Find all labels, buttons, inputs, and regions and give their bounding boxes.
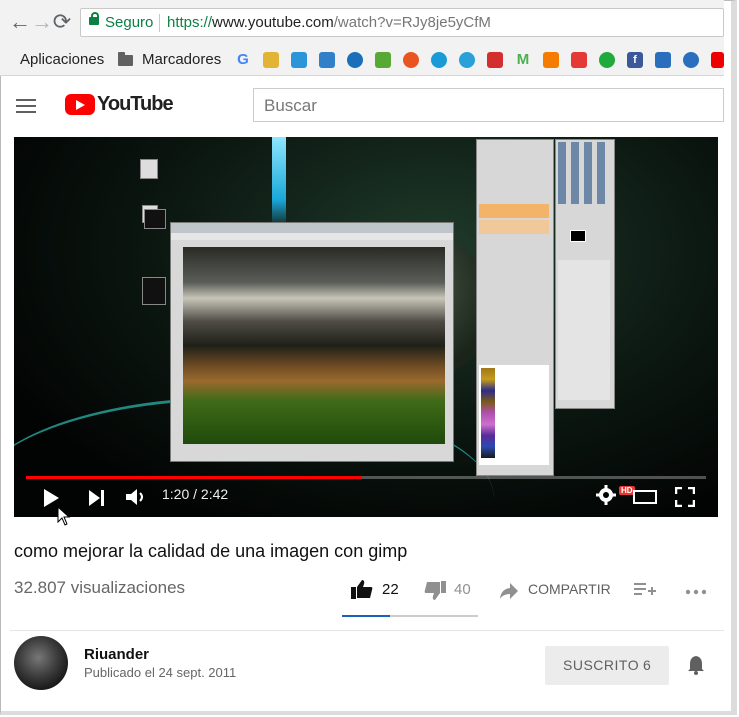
folder-icon bbox=[118, 52, 133, 66]
subscriber-count: 6 bbox=[643, 657, 651, 673]
back-arrow-icon[interactable]: ← bbox=[8, 10, 32, 34]
video-player[interactable]: 1:20 / 2:42 HD bbox=[14, 137, 718, 517]
desktop-icon bbox=[140, 159, 158, 179]
desktop-icon bbox=[142, 277, 166, 305]
address-separator bbox=[159, 14, 160, 32]
bookmark-5-icon[interactable] bbox=[347, 52, 363, 68]
bookmark-8-icon[interactable] bbox=[431, 52, 447, 68]
bookmarks-bar: Aplicaciones Marcadores G M f bbox=[0, 44, 724, 76]
view-count: 32.807 visualizaciones bbox=[14, 578, 186, 597]
progress-played bbox=[26, 476, 362, 479]
subscribe-label: SUSCRITO bbox=[563, 657, 640, 673]
publish-date: Publicado el 24 sept. 2011 bbox=[84, 665, 237, 680]
apps-bookmark[interactable]: Aplicaciones bbox=[20, 51, 104, 68]
gimp-toolbox-panel bbox=[555, 139, 615, 409]
lock-icon bbox=[89, 12, 99, 25]
bookmark-11-icon[interactable]: M bbox=[515, 52, 531, 68]
bookmark-2-icon[interactable] bbox=[263, 52, 279, 68]
bookmark-9-icon[interactable] bbox=[459, 52, 475, 68]
landscape-photo bbox=[183, 247, 445, 444]
url-host: www.youtube.com bbox=[212, 14, 334, 31]
bookmark-6-icon[interactable] bbox=[375, 52, 391, 68]
more-actions-icon[interactable] bbox=[685, 589, 707, 595]
volume-icon[interactable] bbox=[125, 487, 147, 507]
theater-mode-icon[interactable] bbox=[633, 489, 657, 505]
add-to-playlist-icon[interactable] bbox=[634, 582, 656, 598]
youtube-header: YouTube Buscar bbox=[10, 76, 724, 135]
video-frame bbox=[14, 137, 718, 517]
thumbs-up-icon[interactable] bbox=[351, 579, 373, 599]
mouse-cursor-icon bbox=[57, 506, 71, 526]
channel-avatar[interactable] bbox=[14, 636, 68, 690]
calendar-icon[interactable] bbox=[655, 52, 671, 68]
gimp-menubar bbox=[171, 233, 453, 240]
gimp-image-window bbox=[170, 222, 454, 462]
ubuntu-icon[interactable] bbox=[403, 52, 419, 68]
search-placeholder: Buscar bbox=[264, 96, 317, 115]
time-display: 1:20 / 2:42 bbox=[162, 486, 229, 502]
bookmark-13-icon[interactable] bbox=[571, 52, 587, 68]
url-text[interactable]: https://www.youtube.com/watch?v=RJy8je5y… bbox=[167, 14, 491, 31]
youtube-icon[interactable] bbox=[711, 52, 724, 68]
subscribe-button[interactable]: SUSCRITO 6 bbox=[545, 646, 669, 685]
menu-icon[interactable] bbox=[16, 99, 36, 113]
like-ratio-fill bbox=[342, 615, 390, 617]
bookmarks-folder[interactable]: Marcadores bbox=[142, 51, 221, 68]
channel-name[interactable]: Riuander bbox=[84, 646, 149, 663]
browser-toolbar: ← → ⟳ Seguro https://www.youtube.com/wat… bbox=[0, 0, 724, 44]
section-divider bbox=[10, 630, 724, 631]
google-icon[interactable]: G bbox=[235, 52, 251, 68]
light-beam-graphic bbox=[272, 137, 286, 227]
bookmark-3-icon[interactable] bbox=[291, 52, 307, 68]
account-icon[interactable] bbox=[683, 52, 699, 68]
like-count[interactable]: 22 bbox=[382, 581, 399, 598]
thumbs-down-icon[interactable] bbox=[424, 581, 446, 601]
next-icon[interactable] bbox=[88, 489, 104, 507]
url-path: /watch?v=RJy8je5yCfM bbox=[333, 14, 491, 31]
youtube-logo-text[interactable]: YouTube bbox=[97, 93, 174, 116]
bookmark-12-icon[interactable] bbox=[543, 52, 559, 68]
notification-bell-icon[interactable] bbox=[686, 654, 706, 676]
gimp-layers-panel bbox=[476, 139, 554, 476]
youtube-logo-icon[interactable] bbox=[65, 94, 95, 115]
url-scheme: https:// bbox=[167, 14, 213, 31]
dislike-count[interactable]: 40 bbox=[454, 581, 471, 598]
address-bar[interactable]: Seguro https://www.youtube.com/watch?v=R… bbox=[80, 8, 724, 37]
video-title: como mejorar la calidad de una imagen co… bbox=[14, 541, 408, 561]
share-button[interactable]: COMPARTIR bbox=[528, 581, 611, 597]
bookmark-10-icon[interactable] bbox=[487, 52, 503, 68]
fullscreen-icon[interactable] bbox=[675, 487, 695, 507]
play-icon[interactable] bbox=[44, 489, 59, 507]
gimp-window-titlebar bbox=[171, 223, 453, 233]
desktop-icon bbox=[144, 209, 166, 229]
secure-label: Seguro bbox=[105, 14, 154, 31]
facebook-icon[interactable]: f bbox=[627, 52, 643, 68]
settings-gear-icon[interactable] bbox=[596, 485, 616, 505]
bookmark-14-icon[interactable] bbox=[599, 52, 615, 68]
bookmark-4-icon[interactable] bbox=[319, 52, 335, 68]
reload-icon[interactable]: ⟳ bbox=[50, 10, 74, 34]
share-icon[interactable] bbox=[499, 582, 519, 600]
search-input[interactable]: Buscar bbox=[253, 88, 724, 122]
